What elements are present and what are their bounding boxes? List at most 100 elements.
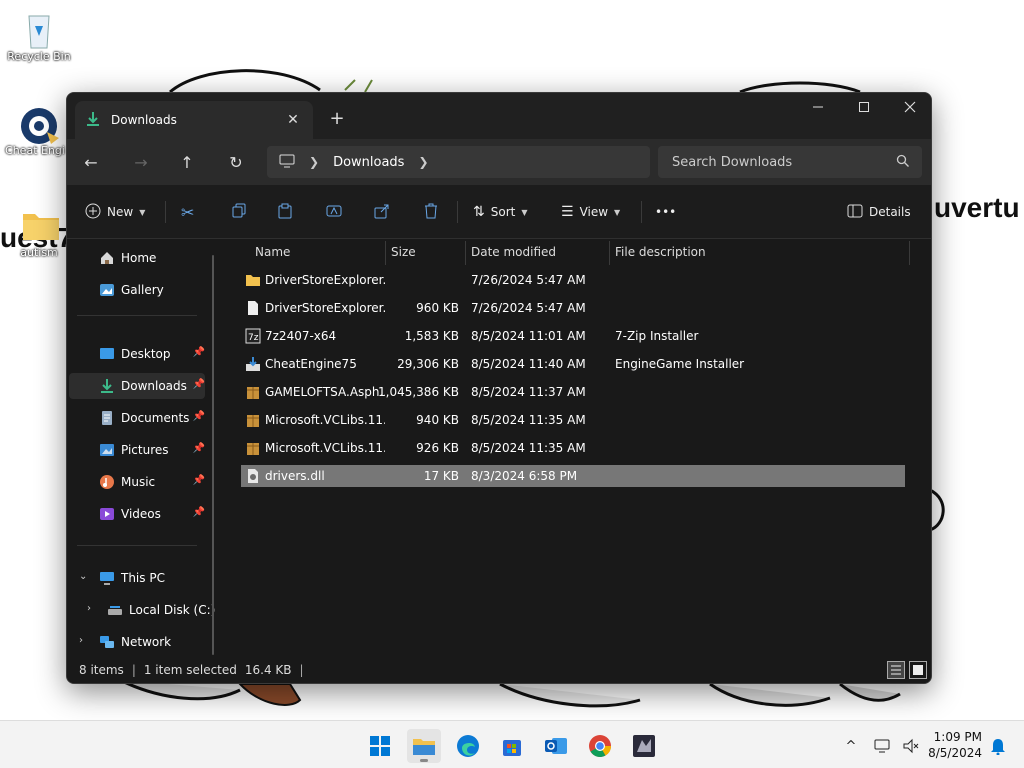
close-button[interactable]	[887, 93, 931, 121]
drive-icon	[107, 602, 123, 618]
desktop-icon-cheat-engine[interactable]: Cheat Engi	[0, 104, 70, 157]
refresh-button[interactable]: ↻	[222, 150, 250, 174]
sidebar-item-home[interactable]: Home	[69, 245, 205, 271]
breadcrumb-downloads[interactable]: Downloads	[333, 155, 404, 170]
minimize-button[interactable]	[795, 93, 841, 121]
chevron-right-icon[interactable]: ›	[79, 635, 83, 646]
column-header-name[interactable]: Name	[255, 239, 290, 265]
address-bar[interactable]: ❯ Downloads ❯	[267, 146, 650, 178]
desktop-icon-recycle-bin[interactable]: Recycle Bin	[4, 10, 74, 63]
file-explorer-window: Downloads ✕ + ← → ↑ ↻ ❯ Downloads ❯ Sear…	[66, 92, 932, 684]
table-row[interactable]: CheatEngine75 29,306 KB 8/5/2024 11:40 A…	[241, 353, 905, 375]
maximize-button[interactable]	[841, 93, 887, 121]
delete-button[interactable]	[423, 200, 439, 224]
rename-button[interactable]	[326, 200, 342, 224]
pin-icon[interactable]: 📌	[193, 347, 205, 358]
column-divider[interactable]	[609, 241, 610, 265]
up-button[interactable]: ↑	[173, 150, 201, 174]
sidebar-item-documents[interactable]: Documents 📌	[69, 405, 205, 431]
sidebar-item-this-pc[interactable]: ⌄ This PC	[69, 565, 205, 591]
status-bar: 8 items | 1 item selected 16.4 KB |	[67, 657, 931, 683]
column-divider[interactable]	[385, 241, 386, 265]
paste-button[interactable]	[277, 200, 293, 224]
taskbar-edge[interactable]	[451, 729, 485, 763]
table-row[interactable]: 7z 7z2407-x64 1,583 KB 8/5/2024 11:01 AM…	[241, 325, 905, 347]
volume-button[interactable]	[896, 729, 926, 763]
store-icon	[503, 740, 521, 756]
taskbar-outlook[interactable]	[539, 729, 573, 763]
selection-count: 1 item selected	[143, 663, 237, 677]
sidebar-item-videos[interactable]: Videos 📌	[69, 501, 205, 527]
file-size: 29,306 KB	[397, 357, 459, 371]
taskbar-game-app[interactable]	[627, 729, 661, 763]
pin-icon[interactable]: 📌	[193, 411, 205, 422]
chevron-right-icon[interactable]: ›	[87, 603, 91, 614]
chevron-right-icon[interactable]: ❯	[418, 155, 428, 169]
desktop-icon-autism-folder[interactable]: autism	[4, 206, 74, 259]
table-row[interactable]: DriverStoreExplorer.... 7/26/2024 5:47 A…	[241, 269, 905, 291]
share-button[interactable]	[374, 200, 390, 224]
file-size: 17 KB	[423, 469, 459, 483]
item-count: 8 items	[79, 663, 124, 677]
new-button[interactable]: New ▼	[85, 200, 145, 224]
tab-downloads[interactable]: Downloads ✕	[75, 101, 313, 139]
table-row[interactable]: Microsoft.VCLibs.11... 926 KB 8/5/2024 1…	[241, 437, 905, 459]
start-button[interactable]	[363, 729, 397, 763]
column-divider[interactable]	[465, 241, 466, 265]
sidebar-item-downloads[interactable]: Downloads 📌	[69, 373, 205, 399]
table-row[interactable]: Microsoft.VCLibs.11... 940 KB 8/5/2024 1…	[241, 409, 905, 431]
taskbar-store[interactable]	[495, 729, 529, 763]
recycle-bin-icon	[21, 10, 57, 49]
more-options-button[interactable]: •••	[655, 200, 676, 224]
paste-icon	[277, 203, 293, 222]
network-status-button[interactable]	[868, 729, 898, 763]
pin-icon[interactable]: 📌	[193, 379, 205, 390]
taskbar-chrome[interactable]	[583, 729, 617, 763]
sidebar-item-local-disk[interactable]: › Local Disk (C:)	[69, 597, 219, 623]
column-header-size[interactable]: Size	[391, 239, 416, 265]
view-button[interactable]: ☰ View ▼	[561, 200, 620, 224]
chevron-down-icon: ▼	[139, 207, 146, 217]
details-pane-button[interactable]: Details	[847, 200, 911, 224]
sidebar-scrollbar[interactable]	[212, 255, 214, 655]
table-row-selected[interactable]: drivers.dll 17 KB 8/3/2024 6:58 PM	[241, 465, 905, 487]
taskbar-file-explorer[interactable]	[407, 729, 441, 763]
document-icon	[99, 410, 115, 426]
back-button[interactable]: ←	[77, 150, 105, 174]
copy-button[interactable]	[231, 200, 247, 224]
toolbar-divider	[457, 201, 458, 223]
table-row[interactable]: GAMELOFTSA.Asph... 1,045,386 KB 8/5/2024…	[241, 381, 905, 403]
column-divider[interactable]	[909, 241, 910, 265]
chevron-down-icon[interactable]: ⌄	[79, 571, 87, 582]
pin-icon[interactable]: 📌	[193, 443, 205, 454]
sidebar-item-pictures[interactable]: Pictures 📌	[69, 437, 205, 463]
sidebar-item-gallery[interactable]: Gallery	[69, 277, 205, 303]
file-date: 8/5/2024 11:35 AM	[471, 413, 586, 427]
view-list-icon: ☰	[561, 204, 574, 220]
forward-button[interactable]: →	[127, 150, 155, 174]
file-date: 8/3/2024 6:58 PM	[471, 469, 578, 483]
sidebar-item-network[interactable]: › Network	[69, 629, 205, 655]
system-clock[interactable]: 1:09 PM 8/5/2024	[928, 729, 982, 761]
tab-close-icon[interactable]: ✕	[283, 110, 303, 130]
view-label: View	[579, 205, 609, 219]
cut-button[interactable]: ✂	[181, 200, 194, 224]
file-name: Microsoft.VCLibs.11...	[265, 441, 385, 455]
table-row[interactable]: DriverStoreExplorer.... 960 KB 7/26/2024…	[241, 297, 905, 319]
pin-icon[interactable]: 📌	[193, 507, 205, 518]
show-hidden-icons-button[interactable]: ^	[836, 729, 866, 763]
tiles-view-toggle[interactable]	[909, 661, 927, 679]
new-tab-button[interactable]: +	[325, 106, 349, 130]
details-view-toggle[interactable]	[887, 661, 905, 679]
pin-icon[interactable]: 📌	[193, 475, 205, 486]
sort-button[interactable]: ⇅ Sort ▼	[473, 200, 528, 224]
column-header-description[interactable]: File description	[615, 239, 706, 265]
cheat-engine-icon	[17, 104, 59, 144]
file-size: 940 KB	[416, 413, 459, 427]
sidebar-item-desktop[interactable]: Desktop 📌	[69, 341, 205, 367]
sidebar-divider	[77, 545, 197, 546]
notifications-button[interactable]	[986, 729, 1010, 763]
column-header-date[interactable]: Date modified	[471, 239, 556, 265]
search-input[interactable]: Search Downloads	[658, 146, 922, 178]
sidebar-item-music[interactable]: Music 📌	[69, 469, 205, 495]
